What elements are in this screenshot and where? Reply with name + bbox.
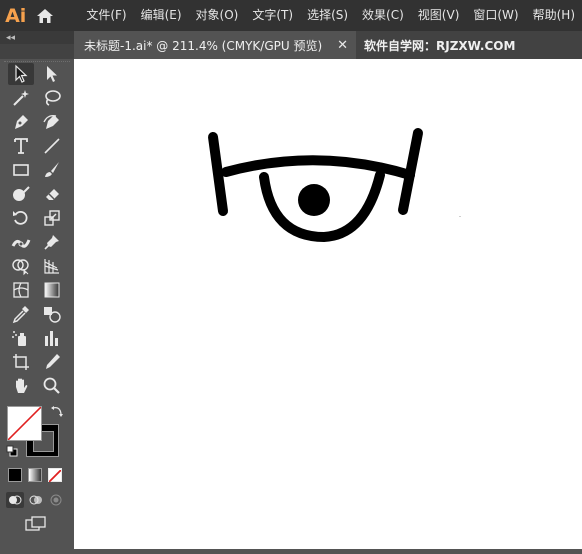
slice-tool-icon[interactable] [39, 351, 65, 373]
none-mode-button[interactable] [48, 468, 62, 483]
document-tab-bar: ◂◂ 未标题-1.ai* @ 211.4% (CMYK/GPU 预览) ✕ 软件… [0, 31, 582, 59]
draw-normal-icon[interactable] [6, 492, 24, 508]
close-icon[interactable]: ✕ [337, 37, 348, 53]
panel-collapse-button[interactable]: ◂◂ [0, 31, 74, 44]
type-tool-icon[interactable] [8, 135, 34, 157]
selection-tool-icon[interactable] [8, 63, 34, 85]
default-fill-stroke-icon[interactable] [6, 444, 18, 457]
home-icon[interactable] [31, 0, 59, 31]
symbol-sprayer-tool-icon[interactable] [8, 327, 34, 349]
draw-inside-icon[interactable] [47, 492, 65, 508]
app-logo-text: Ai [5, 4, 27, 27]
tab-title: 未标题-1.ai* @ 211.4% (CMYK/GPU 预览) [84, 38, 323, 53]
fill-color-swatch[interactable] [7, 406, 42, 441]
pen-tool-icon[interactable] [8, 111, 34, 133]
menu-edit[interactable]: 编辑(E) [134, 0, 189, 31]
artboard-canvas[interactable] [74, 59, 582, 549]
paintbrush-tool-icon[interactable] [39, 159, 65, 181]
menu-file[interactable]: 文件(F) [79, 0, 133, 31]
tab-watermark[interactable]: 软件自学网：RJZXW.COM [356, 31, 582, 59]
line-segment-tool-icon[interactable] [39, 135, 65, 157]
canvas-speck [459, 216, 461, 217]
mesh-tool-icon[interactable] [8, 279, 34, 301]
tools-panel [0, 59, 74, 549]
zoom-tool-icon[interactable] [39, 375, 65, 397]
shaper-tool-icon[interactable] [8, 183, 34, 205]
artboard-tool-icon[interactable] [8, 351, 34, 373]
menu-type[interactable]: 文字(T) [245, 0, 300, 31]
perspective-grid-tool-icon[interactable] [39, 255, 65, 277]
collapse-icon: ◂◂ [6, 32, 16, 42]
artwork [208, 128, 461, 242]
magic-wand-tool-icon[interactable] [8, 87, 34, 109]
curvature-tool-icon[interactable] [39, 111, 65, 133]
gradient-mode-button[interactable] [28, 468, 42, 482]
menu-object[interactable]: 对象(O) [189, 0, 246, 31]
color-mode-button[interactable] [8, 468, 22, 482]
eraser-tool-icon[interactable] [39, 183, 65, 205]
draw-behind-icon[interactable] [27, 492, 45, 508]
screen-mode-icon[interactable] [24, 515, 48, 533]
menu-effect[interactable]: 效果(C) [355, 0, 411, 31]
gradient-tool-icon[interactable] [39, 279, 65, 301]
scale-tool-icon[interactable] [39, 207, 65, 229]
menu-select[interactable]: 选择(S) [300, 0, 355, 31]
tab-untitled-document[interactable]: 未标题-1.ai* @ 211.4% (CMYK/GPU 预览) ✕ [74, 31, 356, 59]
menu-help[interactable]: 帮助(H) [526, 0, 582, 31]
swap-fill-stroke-icon[interactable] [50, 404, 64, 418]
puppet-warp-tool-icon[interactable] [39, 231, 65, 253]
width-tool-icon[interactable] [8, 231, 34, 253]
menu-window[interactable]: 窗口(W) [466, 0, 525, 31]
blend-tool-icon[interactable] [39, 303, 65, 325]
lasso-tool-icon[interactable] [39, 87, 65, 109]
menu-view[interactable]: 视图(V) [411, 0, 467, 31]
tab-watermark-title: 软件自学网：RJZXW.COM [364, 38, 516, 53]
rotate-tool-icon[interactable] [8, 207, 34, 229]
column-graph-tool-icon[interactable] [39, 327, 65, 349]
app-logo: Ai [0, 0, 31, 31]
hand-tool-icon[interactable] [8, 375, 34, 397]
menu-bar: Ai 文件(F) 编辑(E) 对象(O) 文字(T) 选择(S) 效果(C) 视… [0, 0, 582, 31]
eye-pupil [298, 184, 330, 216]
eyedropper-tool-icon[interactable] [8, 303, 34, 325]
main-menu: 文件(F) 编辑(E) 对象(O) 文字(T) 选择(S) 效果(C) 视图(V… [79, 0, 582, 31]
shape-builder-tool-icon[interactable] [8, 255, 34, 277]
direct-selection-tool-icon[interactable] [39, 63, 65, 85]
rectangle-tool-icon[interactable] [8, 159, 34, 181]
